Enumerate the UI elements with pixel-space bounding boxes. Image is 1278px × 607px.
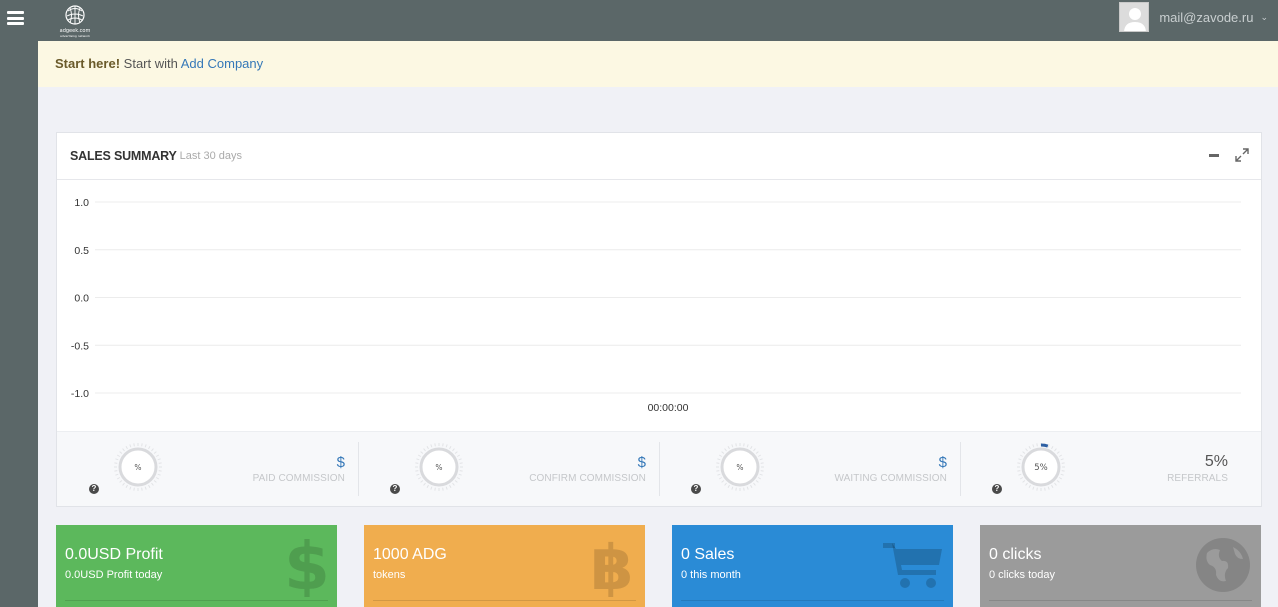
stats-strip: % ? $ PAID COMMISSION % ? $ CONFIRM COMM…: [57, 431, 1261, 506]
stat-value: $: [336, 454, 345, 471]
add-company-link[interactable]: Add Company: [181, 56, 263, 71]
stat-value: 5%: [1204, 453, 1228, 470]
tile-subtitle: 0 this month: [681, 569, 741, 581]
panel-subtitle: Last 30 days: [179, 150, 243, 162]
tile-title: 0 Sales: [681, 546, 735, 563]
stat-label: CONFIRM COMMISSION: [529, 473, 646, 484]
notice-text: Start with: [123, 56, 178, 71]
globe-icon: [1196, 538, 1250, 592]
stat-paid-commission: % ? $ PAID COMMISSION: [57, 432, 358, 506]
y-tick-label: 0.0: [74, 293, 89, 305]
user-menu[interactable]: mail@zavode.ru ⌄: [1119, 2, 1268, 32]
sales-chart: 1.0 0.5 0.0 -0.5 -1.0 00:00:00: [71, 197, 1241, 414]
gauge-label: %: [736, 463, 743, 472]
sales-summary-panel: SALES SUMMARY Last 30 days 1.0 0.5 0.0 -0.5…: [56, 132, 1262, 507]
tile-divider: [989, 600, 1252, 601]
left-rail: [0, 0, 38, 607]
svg-text:advertising network: advertising network: [60, 34, 90, 38]
notice-lead: Start here!: [55, 56, 121, 71]
tile-title: 0 clicks: [989, 546, 1042, 563]
x-tick-label: 00:00:00: [648, 402, 689, 414]
stat-confirm-commission: % ? $ CONFIRM COMMISSION: [358, 432, 659, 506]
tile-divider: [373, 600, 636, 601]
panel-title: SALES SUMMARY: [70, 149, 177, 163]
gauge-confirm-commission: %: [415, 443, 463, 491]
bitcoin-icon: ฿: [590, 535, 633, 597]
tile-divider: [681, 600, 944, 601]
logo[interactable]: adgeek.com advertising network: [50, 4, 100, 38]
expand-icon[interactable]: [1235, 148, 1249, 162]
tile-title: 1000 ADG: [373, 546, 447, 563]
stat-waiting-commission: % ? $ WAITING COMMISSION: [659, 432, 960, 506]
gauge-label: 5%: [1034, 463, 1048, 473]
dollar-icon: $: [287, 535, 327, 597]
help-icon[interactable]: ?: [390, 484, 400, 494]
tile-tokens[interactable]: 1000 ADG tokens ฿: [364, 525, 645, 607]
hamburger-icon[interactable]: [7, 11, 24, 25]
svg-text:$: $: [287, 535, 327, 597]
tile-sales[interactable]: 0 Sales 0 this month: [672, 525, 953, 607]
y-tick-label: 0.5: [74, 245, 89, 257]
y-tick-label: -0.5: [71, 340, 89, 352]
gauge-label: %: [435, 463, 442, 472]
panel-tools: [1209, 148, 1249, 162]
tile-divider: [65, 600, 328, 601]
help-icon[interactable]: ?: [89, 484, 99, 494]
tile-profit[interactable]: 0.0USD Profit 0.0USD Profit today $: [56, 525, 337, 607]
stat-value: $: [938, 454, 947, 471]
stat-referrals: 5% ? 5% REFERRALS: [960, 432, 1261, 506]
start-here-notice: Start here! Start with Add Company: [38, 41, 1278, 87]
tile-subtitle: 0 clicks today: [989, 569, 1056, 581]
y-tick-label: 1.0: [74, 197, 89, 209]
cart-icon: [883, 543, 942, 588]
gauge-waiting-commission: %: [716, 443, 764, 491]
chevron-down-icon[interactable]: ⌄: [1260, 12, 1268, 23]
tile-subtitle: 0.0USD Profit today: [65, 569, 163, 581]
gauge-progress: [1040, 443, 1049, 448]
tile-clicks[interactable]: 0 clicks 0 clicks today: [980, 525, 1261, 607]
svg-text:฿: ฿: [590, 535, 633, 597]
stat-label: REFERRALS: [1167, 473, 1228, 484]
avatar[interactable]: [1119, 2, 1150, 32]
minimize-icon[interactable]: [1209, 154, 1219, 157]
user-email[interactable]: mail@zavode.ru: [1159, 10, 1253, 25]
y-tick-label: -1.0: [71, 388, 89, 400]
gauge-label: %: [134, 463, 141, 472]
help-icon[interactable]: ?: [691, 484, 701, 494]
tile-title: 0.0USD Profit: [65, 546, 163, 563]
gauge-referrals: 5%: [1017, 443, 1065, 491]
stat-label: PAID COMMISSION: [252, 473, 345, 484]
panel-header: SALES SUMMARY Last 30 days: [57, 133, 1261, 180]
top-bar: adgeek.com advertising network mail@zavo…: [38, 0, 1278, 41]
gauge-paid-commission: %: [114, 443, 162, 491]
help-icon[interactable]: ?: [992, 484, 1002, 494]
stat-value: $: [637, 454, 646, 471]
stat-label: WAITING COMMISSION: [834, 473, 947, 484]
tile-subtitle: tokens: [373, 569, 406, 581]
